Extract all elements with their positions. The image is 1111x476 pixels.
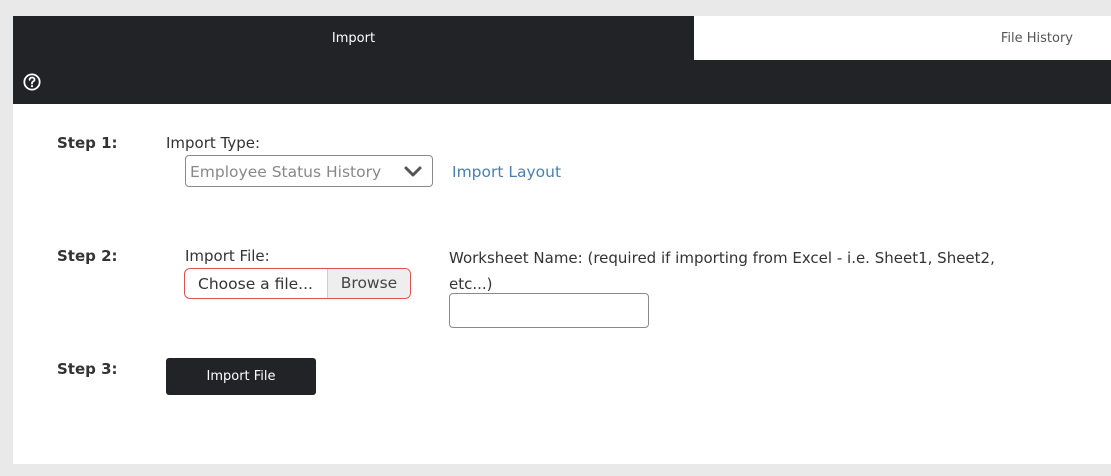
import-type-value: Employee Status History	[190, 163, 382, 181]
worksheet-name-label: Worksheet Name: (required if importing f…	[449, 249, 995, 293]
tab-file-history-label: File History	[1000, 31, 1073, 46]
chevron-down-icon	[404, 166, 422, 177]
step-3-label: Step 3:	[57, 360, 118, 378]
browse-button[interactable]: Browse	[327, 269, 410, 298]
import-file-label: Import File:	[185, 247, 270, 265]
import-type-select[interactable]: Employee Status History	[185, 155, 433, 187]
tab-import[interactable]: Import	[13, 16, 694, 60]
tab-file-history[interactable]: File History	[694, 16, 1111, 60]
import-file-input[interactable]: Choose a file... Browse	[184, 268, 411, 299]
tab-bar: Import File History	[13, 16, 1111, 60]
worksheet-name-input[interactable]	[449, 293, 649, 328]
step-1-label: Step 1:	[57, 134, 118, 152]
import-layout-link[interactable]: Import Layout	[452, 163, 561, 181]
import-panel: Import File History Step 1: Import Type:…	[13, 16, 1111, 464]
import-type-label: Import Type:	[166, 134, 261, 152]
step-2-label: Step 2:	[57, 247, 118, 265]
file-placeholder: Choose a file...	[198, 275, 313, 293]
tab-import-label: Import	[331, 31, 376, 46]
toolbar	[13, 60, 1111, 104]
import-file-button[interactable]: Import File	[166, 358, 316, 395]
help-icon[interactable]	[23, 73, 41, 91]
